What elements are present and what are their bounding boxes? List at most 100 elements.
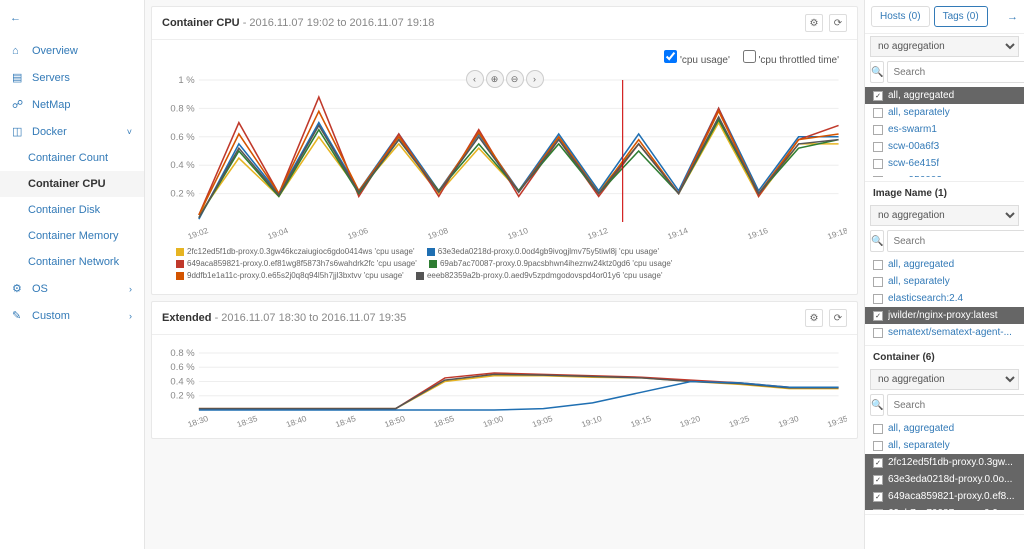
checkbox-icon <box>873 142 883 152</box>
forward-button[interactable]: → <box>1007 11 1018 23</box>
checkbox-icon: ✓ <box>873 492 883 502</box>
filter-item[interactable]: ✓69ab7ac70087-proxy.0.9pa... <box>865 505 1024 510</box>
filter-item[interactable]: sematext/sematext-agent-... <box>865 324 1024 341</box>
chart-zoom-out-icon[interactable]: ⊖ <box>506 70 524 88</box>
filter-item[interactable]: all, separately <box>865 273 1024 290</box>
svg-text:0.2 %: 0.2 % <box>170 391 194 401</box>
svg-text:18:35: 18:35 <box>236 414 259 428</box>
chevron-icon: ˅ <box>127 127 132 137</box>
svg-text:19:14: 19:14 <box>666 226 689 240</box>
settings-icon[interactable]: ⚙ <box>805 309 823 327</box>
search-icon[interactable]: 🔍 <box>870 61 884 83</box>
toggle-cpu-usage[interactable] <box>664 50 677 63</box>
filter-item[interactable]: elasticsearch:2.4 <box>865 290 1024 307</box>
filter-item[interactable]: all, aggregated <box>865 420 1024 437</box>
filter-item[interactable]: scw-956002 <box>865 172 1024 177</box>
server-icon: ▤ <box>12 71 24 84</box>
legend-item[interactable]: 2fc12ed5f1db-proxy.0.3gw46kczaiugioc6gdo… <box>176 247 415 256</box>
checkbox-icon <box>873 277 883 287</box>
checkbox-icon <box>873 441 883 451</box>
svg-text:19:35: 19:35 <box>826 414 847 428</box>
svg-text:18:40: 18:40 <box>285 414 308 428</box>
sub-nav-container-count[interactable]: Container Count <box>0 145 144 171</box>
aggregation-select[interactable]: no aggregation <box>870 36 1019 57</box>
svg-text:19:18: 19:18 <box>826 226 847 240</box>
home-icon: ⌂ <box>12 45 24 57</box>
filter-item[interactable]: all, aggregated <box>865 256 1024 273</box>
sub-nav-container-memory[interactable]: Container Memory <box>0 223 144 249</box>
tab-tags[interactable]: Tags (0) <box>934 6 988 27</box>
filter-search-input[interactable] <box>887 230 1024 252</box>
nav-item-servers[interactable]: ▤Servers <box>0 64 144 91</box>
checkbox-icon: ✓ <box>873 475 883 485</box>
settings-icon[interactable]: ⚙ <box>805 14 823 32</box>
chevron-icon: › <box>129 311 132 321</box>
panel-container-cpu: Container CPU - 2016.11.07 19:02 to 2016… <box>151 6 858 295</box>
checkbox-icon <box>873 260 883 270</box>
legend-item[interactable]: 69ab7ac70087-proxy.0.9pacsbhwn4iheznw24k… <box>429 259 672 268</box>
nav-item-netmap[interactable]: ☍NetMap <box>0 91 144 118</box>
filter-item[interactable]: ✓jwilder/nginx-proxy:latest <box>865 307 1024 324</box>
nav-item-custom[interactable]: ✎Custom› <box>0 302 144 329</box>
back-button[interactable]: ← <box>0 8 144 28</box>
sub-nav-container-cpu[interactable]: Container CPU <box>0 171 144 197</box>
search-icon[interactable]: 🔍 <box>870 394 884 416</box>
toggle-cpu-throttled[interactable] <box>743 50 756 63</box>
aggregation-select[interactable]: no aggregation <box>870 205 1019 226</box>
svg-text:0.4 %: 0.4 % <box>170 160 194 170</box>
refresh-icon[interactable]: ⟳ <box>829 309 847 327</box>
filter-item[interactable]: es-swarm1 <box>865 121 1024 138</box>
sub-nav-container-disk[interactable]: Container Disk <box>0 197 144 223</box>
filter-group-1: Image Name (1)no aggregation🔍all, aggreg… <box>865 182 1024 346</box>
svg-text:19:12: 19:12 <box>586 226 609 240</box>
svg-text:19:06: 19:06 <box>346 226 369 240</box>
custom-icon: ✎ <box>12 309 24 322</box>
legend-item[interactable]: 63e3eda0218d-proxy.0.0od4gb9ivogjlmv75y5… <box>427 247 659 256</box>
svg-text:18:30: 18:30 <box>187 414 210 428</box>
refresh-icon[interactable]: ⟳ <box>829 14 847 32</box>
filter-search-input[interactable] <box>887 61 1024 83</box>
panel-extended: Extended - 2016.11.07 18:30 to 2016.11.0… <box>151 301 858 439</box>
sub-nav-container-network[interactable]: Container Network <box>0 249 144 275</box>
filter-item[interactable]: ✓2fc12ed5f1db-proxy.0.3gw... <box>865 454 1024 471</box>
docker-icon: ◫ <box>12 125 24 138</box>
checkbox-icon: ✓ <box>873 91 883 101</box>
svg-text:18:45: 18:45 <box>334 414 357 428</box>
tab-hosts[interactable]: Hosts (0) <box>871 6 930 27</box>
chart-prev-icon[interactable]: ‹ <box>466 70 484 88</box>
chart-zoom-in-icon[interactable]: ⊕ <box>486 70 504 88</box>
chart-next-icon[interactable]: › <box>526 70 544 88</box>
filter-item[interactable]: scw-00a6f3 <box>865 138 1024 155</box>
svg-text:19:25: 19:25 <box>728 414 751 428</box>
checkbox-icon: ✓ <box>873 509 883 511</box>
svg-text:0.6 %: 0.6 % <box>170 362 194 372</box>
filter-search-input[interactable] <box>887 394 1024 416</box>
svg-text:19:05: 19:05 <box>531 414 554 428</box>
nav-item-os[interactable]: ⚙OS› <box>0 275 144 302</box>
filter-item[interactable]: all, separately <box>865 104 1024 121</box>
filter-group-2: Container (6)no aggregation🔍all, aggrega… <box>865 346 1024 515</box>
svg-text:18:55: 18:55 <box>433 414 456 428</box>
aggregation-select[interactable]: no aggregation <box>870 369 1019 390</box>
sidebar-left: ← ⌂Overview▤Servers☍NetMap◫Docker˅Contai… <box>0 0 145 549</box>
sidebar-right: Hosts (0) Tags (0) → no aggregation🔍✓all… <box>864 0 1024 549</box>
filter-item[interactable]: scw-6e415f <box>865 155 1024 172</box>
svg-text:19:04: 19:04 <box>266 226 289 240</box>
legend-item[interactable]: 9ddfb1e1a11c-proxy.0.e65s2j0q8q94l5h7jjl… <box>176 271 404 280</box>
filter-item[interactable]: ✓all, aggregated <box>865 87 1024 104</box>
nav-item-docker[interactable]: ◫Docker˅ <box>0 118 144 145</box>
legend-item[interactable]: 649aca859821-proxy.0.ef81wg8f5873h7s6wah… <box>176 259 417 268</box>
filter-item[interactable]: all, separately <box>865 437 1024 454</box>
legend-item[interactable]: eeeb82359a2b-proxy.0.aed9v5zpdmgodovspd4… <box>416 271 663 280</box>
svg-text:0.8 %: 0.8 % <box>170 348 194 358</box>
filter-item[interactable]: ✓649aca859821-proxy.0.ef8... <box>865 488 1024 505</box>
checkbox-icon <box>873 125 883 135</box>
svg-text:19:30: 19:30 <box>777 414 800 428</box>
svg-text:0.8 %: 0.8 % <box>170 104 194 114</box>
svg-text:0.2 %: 0.2 % <box>170 189 194 199</box>
filter-item[interactable]: ✓63e3eda0218d-proxy.0.0o... <box>865 471 1024 488</box>
svg-text:19:10: 19:10 <box>580 414 603 428</box>
svg-text:19:08: 19:08 <box>426 226 449 240</box>
nav-item-overview[interactable]: ⌂Overview <box>0 38 144 64</box>
search-icon[interactable]: 🔍 <box>870 230 884 252</box>
